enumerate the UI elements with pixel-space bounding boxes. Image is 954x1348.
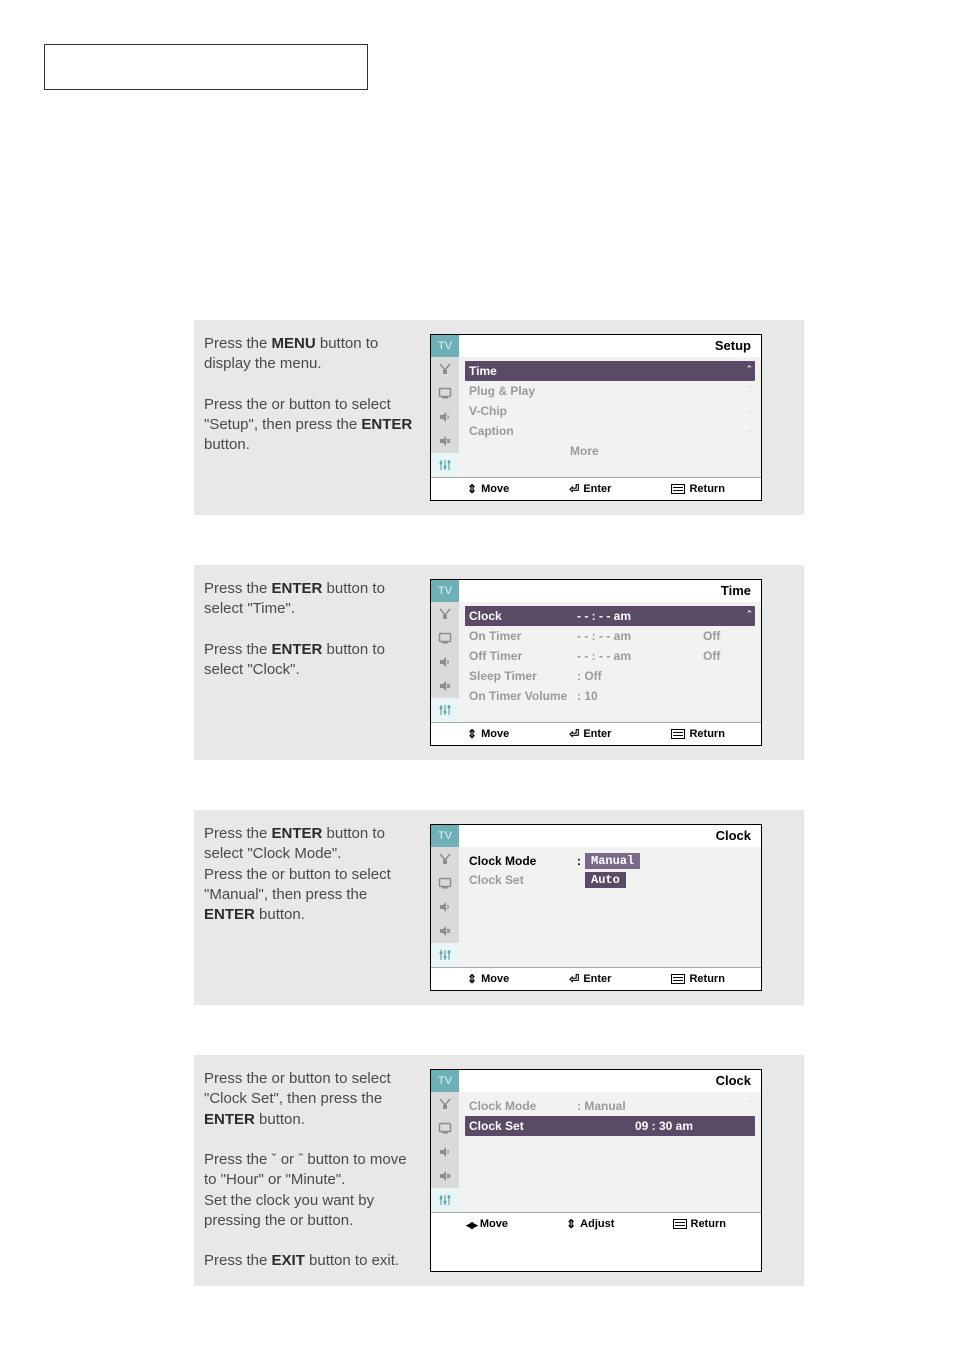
antenna-icon xyxy=(431,847,459,871)
footer-return: Return xyxy=(671,973,724,985)
tv-tag: TV xyxy=(431,580,459,602)
sliders-icon xyxy=(431,1188,459,1212)
menu-row[interactable]: Clock Set Auto xyxy=(465,871,755,889)
tv-menu: TV Time Clock - - : - - am ˆ On Timer - … xyxy=(430,579,762,746)
footer-move: Move xyxy=(467,972,509,986)
tv-tag: TV xyxy=(431,335,459,357)
step-instructions: Press the or button to select "Clock Set… xyxy=(204,1069,418,1272)
screen-icon xyxy=(431,1116,459,1140)
step-instructions: Press the MENU button to display the men… xyxy=(204,334,418,501)
menu-sidebar xyxy=(431,602,459,722)
speaker-icon xyxy=(431,650,459,674)
speaker-icon xyxy=(431,1140,459,1164)
menu-footer: Move Enter Return xyxy=(431,477,761,500)
menu-content: Clock Mode: ManualˆClock Set09 : 30 am xyxy=(459,1092,761,1212)
step-block: Press the MENU button to display the men… xyxy=(194,320,804,515)
menu-row[interactable]: On Timer Volume : 10 xyxy=(465,686,755,706)
step-block: Press the ENTER button to select "Clock … xyxy=(194,810,804,1005)
step-block: Press the ENTER button to select "Time".… xyxy=(194,565,804,760)
sliders-icon xyxy=(431,453,459,477)
footer-adjust: Adjust xyxy=(566,1217,614,1231)
footer-return: Return xyxy=(673,1218,726,1230)
footer-enter: Enter xyxy=(569,727,611,741)
menu-row[interactable]: Time ˆ xyxy=(465,361,755,381)
footer-move: Move xyxy=(467,727,509,741)
header-empty-box xyxy=(44,44,368,90)
menu-title: Clock xyxy=(459,1070,761,1092)
footer-return: Return xyxy=(671,483,724,495)
screen-icon xyxy=(431,871,459,895)
menu-row[interactable]: Off Timer - - : - - am Off xyxy=(465,646,755,666)
tv-tag: TV xyxy=(431,825,459,847)
menu-row[interactable]: Sleep Timer : Off xyxy=(465,666,755,686)
screen-icon xyxy=(431,626,459,650)
screen-icon xyxy=(431,381,459,405)
mute-icon xyxy=(431,1164,459,1188)
step-instructions: Press the ENTER button to select "Time".… xyxy=(204,579,418,746)
menu-sidebar xyxy=(431,1092,459,1212)
tv-menu: TV Clock Clock Mode : Manual Clock Set A… xyxy=(430,824,762,991)
step-block: Press the or button to select "Clock Set… xyxy=(194,1055,804,1286)
footer-enter: Enter xyxy=(569,972,611,986)
menu-title: Clock xyxy=(459,825,761,847)
antenna-icon xyxy=(431,357,459,381)
menu-row[interactable]: Caption - xyxy=(465,421,755,441)
menu-title: Time xyxy=(459,580,761,602)
antenna-icon xyxy=(431,1092,459,1116)
menu-content: Clock - - : - - am ˆ On Timer - - : - - … xyxy=(459,602,761,722)
menu-content: Time ˆ Plug & Play ˆ V-Chip - Caption - … xyxy=(459,357,761,477)
mute-icon xyxy=(431,919,459,943)
tv-tag: TV xyxy=(431,1070,459,1092)
footer-move: Move xyxy=(467,482,509,496)
mute-icon xyxy=(431,429,459,453)
sliders-icon xyxy=(431,943,459,967)
menu-row[interactable]: Clock Set09 : 30 am xyxy=(465,1116,755,1136)
step-instructions: Press the ENTER button to select "Clock … xyxy=(204,824,418,991)
menu-footer: Move Enter Return xyxy=(431,722,761,745)
menu-row[interactable]: Clock Mode: Manualˆ xyxy=(465,1096,755,1116)
footer-move: Move xyxy=(466,1217,508,1231)
menu-row[interactable]: V-Chip - xyxy=(465,401,755,421)
speaker-icon xyxy=(431,895,459,919)
menu-row[interactable]: Plug & Play ˆ xyxy=(465,381,755,401)
menu-row-more[interactable]: More xyxy=(465,441,755,461)
tv-menu: TV Clock Clock Mode: ManualˆClock Set09 … xyxy=(430,1069,762,1272)
menu-footer: Move Enter Return xyxy=(431,967,761,990)
menu-sidebar xyxy=(431,357,459,477)
menu-footer: Move Adjust Return xyxy=(431,1212,761,1235)
menu-content: Clock Mode : Manual Clock Set Auto xyxy=(459,847,761,967)
menu-row[interactable]: Clock - - : - - am ˆ xyxy=(465,606,755,626)
tv-menu: TV Setup Time ˆ Plug & Play ˆ V-Chip - xyxy=(430,334,762,501)
antenna-icon xyxy=(431,602,459,626)
sliders-icon xyxy=(431,698,459,722)
menu-title: Setup xyxy=(459,335,761,357)
speaker-icon xyxy=(431,405,459,429)
menu-sidebar xyxy=(431,847,459,967)
menu-row[interactable]: On Timer - - : - - am Off xyxy=(465,626,755,646)
footer-enter: Enter xyxy=(569,482,611,496)
menu-row[interactable]: Clock Mode : Manual xyxy=(465,851,755,871)
mute-icon xyxy=(431,674,459,698)
footer-return: Return xyxy=(671,728,724,740)
